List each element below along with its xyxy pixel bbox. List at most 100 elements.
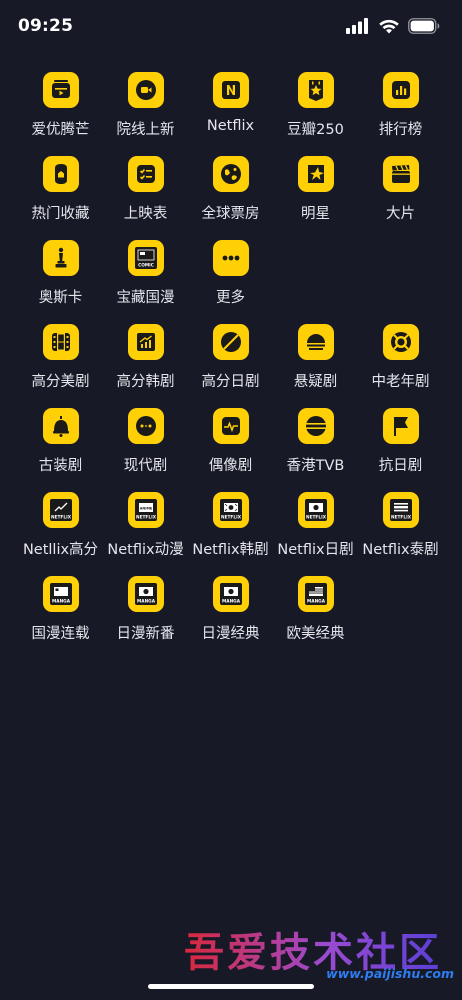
camera-icon — [127, 72, 164, 108]
home-indicator[interactable] — [148, 984, 314, 989]
svg-text:MANGA: MANGA — [306, 599, 325, 605]
category-label: 香港TVB — [286, 458, 345, 474]
comic-icon: COMIC — [127, 240, 164, 276]
grid-row: NETFLIX Netllix高分 ANIME NETFLIX Netflix动… — [18, 490, 444, 574]
svg-text:NETFLIX: NETFLIX — [390, 515, 411, 521]
category-label: Netflix — [206, 118, 255, 134]
tv-stack-icon — [42, 72, 79, 108]
category-tile[interactable]: ANIME NETFLIX Netflix动漫 — [103, 490, 188, 574]
category-tile[interactable]: MANGA 日漫新番 — [103, 574, 188, 658]
category-tile[interactable]: 排行榜 — [358, 70, 443, 154]
svg-text:NETFLIX: NETFLIX — [305, 515, 326, 521]
category-grid: 爱优腾芒 院线上新 Netflix 豆瓣250 排行榜 热门收藏 上映表 全球票… — [18, 70, 444, 658]
category-tile[interactable]: 抗日剧 — [358, 406, 443, 490]
status-icons — [346, 18, 440, 34]
wifi-icon — [379, 19, 399, 34]
netflix-japan-icon: NETFLIX — [297, 492, 334, 528]
category-tile[interactable]: 偶像剧 — [188, 406, 273, 490]
category-label: 中老年剧 — [371, 374, 430, 390]
category-tile[interactable]: 高分日剧 — [188, 322, 273, 406]
category-tile[interactable]: 高分美剧 — [18, 322, 103, 406]
category-tile[interactable]: 明星 — [273, 154, 358, 238]
category-label: Netflix泰剧 — [362, 542, 439, 558]
category-tile[interactable]: MANGA 日漫经典 — [188, 574, 273, 658]
svg-text:MANGA: MANGA — [136, 599, 155, 605]
category-tile[interactable]: MANGA 欧美经典 — [273, 574, 358, 658]
category-tile[interactable]: 大片 — [358, 154, 443, 238]
category-tile[interactable]: 全球票房 — [188, 154, 273, 238]
category-tile[interactable]: 院线上新 — [103, 70, 188, 154]
netflix-anime-icon: ANIME NETFLIX — [127, 492, 164, 528]
category-label: 院线上新 — [116, 122, 175, 138]
checklist-icon — [127, 156, 164, 192]
sunset-icon — [297, 324, 334, 360]
signal-icon — [346, 18, 368, 34]
netflix-trend-icon: NETFLIX — [42, 492, 79, 528]
category-tile[interactable]: NETFLIX Netllix高分 — [18, 490, 103, 574]
bell-icon — [42, 408, 79, 444]
category-label: 国漫连载 — [31, 626, 90, 642]
category-tile[interactable]: COMIC 宝藏国漫 — [103, 238, 188, 322]
lifebuoy-icon — [382, 324, 419, 360]
category-label: 宝藏国漫 — [116, 290, 175, 306]
svg-text:NETFLIX: NETFLIX — [50, 515, 71, 521]
bookmark-box-icon — [42, 156, 79, 192]
category-tile[interactable]: 奥斯卡 — [18, 238, 103, 322]
category-tile[interactable]: NETFLIX Netflix日剧 — [273, 490, 358, 574]
grid-row: 热门收藏 上映表 全球票房 明星 大片 — [18, 154, 444, 238]
bar-chart-icon — [382, 72, 419, 108]
category-tile[interactable]: 古装剧 — [18, 406, 103, 490]
category-tile[interactable]: NETFLIX Netflix泰剧 — [358, 490, 443, 574]
star-ribbon-icon — [297, 72, 334, 108]
category-tile[interactable]: 爱优腾芒 — [18, 70, 103, 154]
status-bar: 09:25 — [0, 0, 462, 54]
category-label: 高分日剧 — [201, 374, 260, 390]
flag-icon — [382, 408, 419, 444]
category-label: Netllix高分 — [22, 542, 99, 558]
category-tile[interactable]: 更多 — [188, 238, 273, 322]
category-label: 悬疑剧 — [293, 374, 338, 390]
category-tile[interactable]: 悬疑剧 — [273, 322, 358, 406]
category-tile[interactable]: Netflix — [188, 70, 273, 154]
grid-row: MANGA 国漫连载 MANGA 日漫新番 MANGA 日漫经典 MANGA 欧… — [18, 574, 444, 658]
category-label: 全球票房 — [201, 206, 260, 222]
svg-text:COMIC: COMIC — [138, 263, 154, 269]
category-label: 现代剧 — [123, 458, 168, 474]
status-time: 09:25 — [18, 16, 74, 36]
star-sparkle-icon — [297, 156, 334, 192]
netflix-korea-icon: NETFLIX — [212, 492, 249, 528]
category-label: 大片 — [386, 206, 415, 222]
category-tile[interactable]: MANGA 国漫连载 — [18, 574, 103, 658]
category-label: 高分美剧 — [31, 374, 90, 390]
category-tile[interactable]: 香港TVB — [273, 406, 358, 490]
manga-japan-icon: MANGA — [127, 576, 164, 612]
category-label: 更多 — [216, 290, 245, 306]
category-tile[interactable]: NETFLIX Netflix韩剧 — [188, 490, 273, 574]
category-tile[interactable]: 中老年剧 — [358, 322, 443, 406]
grid-row: 古装剧 现代剧 偶像剧 香港TVB 抗日剧 — [18, 406, 444, 490]
netflix-thai-icon: NETFLIX — [382, 492, 419, 528]
globe-icon — [212, 156, 249, 192]
category-tile[interactable]: 高分韩剧 — [103, 322, 188, 406]
category-label: 高分韩剧 — [116, 374, 175, 390]
category-tile[interactable]: 豆瓣250 — [273, 70, 358, 154]
grid-row: 高分美剧 高分韩剧 高分日剧 悬疑剧 中老年剧 — [18, 322, 444, 406]
svg-text:NETFLIX: NETFLIX — [220, 515, 241, 521]
netflix-n-icon — [212, 72, 249, 108]
app-screen: 09:25 爱优腾芒 院线上新 Netflix 豆瓣250 排行榜 热门收藏 上… — [0, 0, 462, 1000]
heartbeat-icon — [212, 408, 249, 444]
category-tile[interactable]: 热门收藏 — [18, 154, 103, 238]
svg-text:MANGA: MANGA — [221, 599, 240, 605]
category-label: Netflix日剧 — [277, 542, 354, 558]
manga-china-icon: MANGA — [42, 576, 79, 612]
face-icon — [127, 408, 164, 444]
category-label: 偶像剧 — [208, 458, 253, 474]
category-label: 热门收藏 — [31, 206, 90, 222]
manga-us-icon: MANGA — [297, 576, 334, 612]
category-tile[interactable]: 现代剧 — [103, 406, 188, 490]
grid-row: 爱优腾芒 院线上新 Netflix 豆瓣250 排行榜 — [18, 70, 444, 154]
svg-text:ANIME: ANIME — [139, 507, 152, 511]
trend-chart-icon — [127, 324, 164, 360]
category-tile[interactable]: 上映表 — [103, 154, 188, 238]
category-label: Netflix韩剧 — [192, 542, 269, 558]
